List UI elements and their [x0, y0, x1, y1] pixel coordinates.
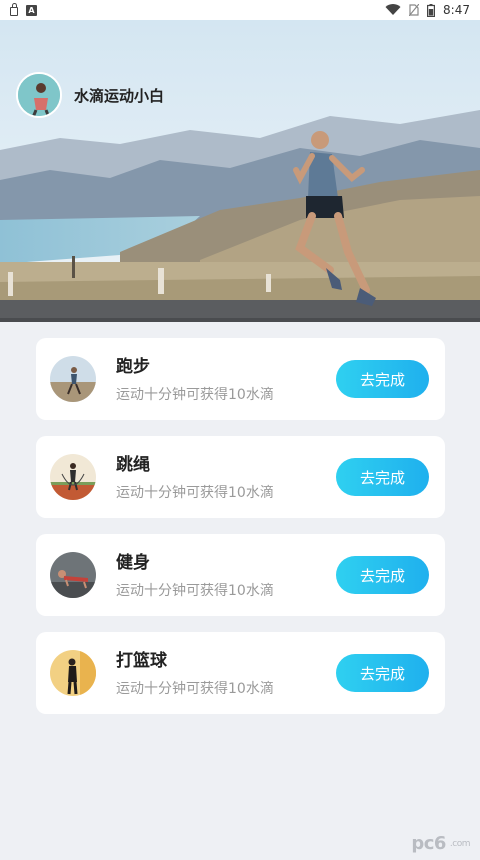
jump-rope-thumbnail [50, 454, 96, 500]
watermark-brand: pc6 [411, 833, 446, 854]
a-icon: A [26, 4, 37, 16]
watermark-logo: pc6 .com [411, 833, 470, 854]
complete-basketball-button[interactable]: 去完成 [336, 654, 429, 692]
status-bar: A 8:47 [0, 0, 480, 20]
basketball-thumbnail [50, 650, 96, 696]
task-title: 健身 [116, 553, 150, 573]
task-card-basketball: 打篮球 运动十分钟可获得10水滴 去完成 [36, 632, 445, 714]
task-title: 跳绳 [116, 455, 150, 475]
task-card-jump-rope: 跳绳 运动十分钟可获得10水滴 去完成 [36, 436, 445, 518]
task-list: 跑步 运动十分钟可获得10水滴 去完成 跳绳 运动十分钟可获得10水滴 去完成 [36, 338, 445, 730]
username: 水滴运动小白 [74, 86, 165, 105]
task-description: 运动十分钟可获得10水滴 [116, 681, 274, 697]
hero-banner [0, 20, 480, 322]
no-sim-icon [409, 4, 420, 16]
complete-jump-rope-button[interactable]: 去完成 [336, 458, 429, 496]
hero-running-image [0, 20, 480, 322]
task-description: 运动十分钟可获得10水滴 [116, 583, 274, 599]
lock-icon [10, 3, 18, 16]
task-title: 跑步 [116, 357, 150, 377]
complete-running-button[interactable]: 去完成 [336, 360, 429, 398]
watermark-sub: .com [449, 838, 471, 849]
fitness-thumbnail [50, 552, 96, 598]
task-card-fitness: 健身 运动十分钟可获得10水滴 去完成 [36, 534, 445, 616]
status-time: 8:47 [443, 3, 470, 17]
avatar[interactable] [16, 72, 62, 118]
wifi-icon [385, 4, 401, 16]
task-description: 运动十分钟可获得10水滴 [116, 485, 274, 501]
user-profile[interactable]: 水滴运动小白 [16, 72, 164, 118]
running-thumbnail [50, 356, 96, 402]
battery-icon [427, 3, 436, 17]
complete-fitness-button[interactable]: 去完成 [336, 556, 429, 594]
task-title: 打篮球 [116, 651, 167, 671]
task-description: 运动十分钟可获得10水滴 [116, 387, 274, 403]
task-card-running: 跑步 运动十分钟可获得10水滴 去完成 [36, 338, 445, 420]
